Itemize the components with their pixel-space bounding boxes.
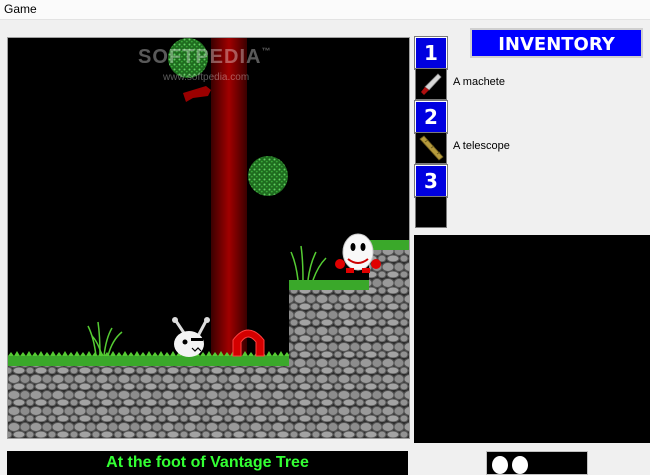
- skeleton-egg: [172, 317, 210, 357]
- telescope-icon: [419, 135, 444, 161]
- lives-indicator: [486, 451, 588, 475]
- foliage-lower: [248, 156, 288, 196]
- location-name: At the foot of Vantage Tree: [7, 451, 408, 475]
- game-scene: [8, 38, 409, 438]
- tree-branch: [183, 86, 211, 102]
- life-egg-icon: [492, 456, 508, 474]
- life-egg-icon: [512, 456, 528, 474]
- message-panel: [414, 235, 650, 443]
- stone-pillar: [369, 248, 409, 438]
- slot-1-number: 1: [415, 37, 447, 69]
- slot-2-label: A telescope: [453, 140, 510, 152]
- menu-game[interactable]: Game: [4, 2, 37, 16]
- slot-2-item[interactable]: [415, 132, 447, 164]
- slot-1-item[interactable]: [415, 68, 447, 100]
- tree-trunk: [211, 38, 247, 363]
- slot-2-number: 2: [415, 101, 447, 133]
- pillar-grass: [369, 240, 409, 250]
- foliage-upper: [168, 38, 208, 78]
- ledge-grass: [289, 280, 369, 290]
- tall-grass-right: [290, 245, 327, 281]
- slot-1-label: A machete: [453, 76, 505, 88]
- slot-3-item[interactable]: [415, 196, 447, 228]
- slot-3-number: 3: [415, 165, 447, 197]
- tall-grass-left: [87, 321, 123, 357]
- game-screen[interactable]: SOFTPEDIA™ www.softpedia.com: [7, 37, 410, 439]
- inventory-title: INVENTORY: [470, 28, 643, 58]
- machete-icon: [421, 73, 442, 95]
- menu-bar: Game: [0, 0, 650, 20]
